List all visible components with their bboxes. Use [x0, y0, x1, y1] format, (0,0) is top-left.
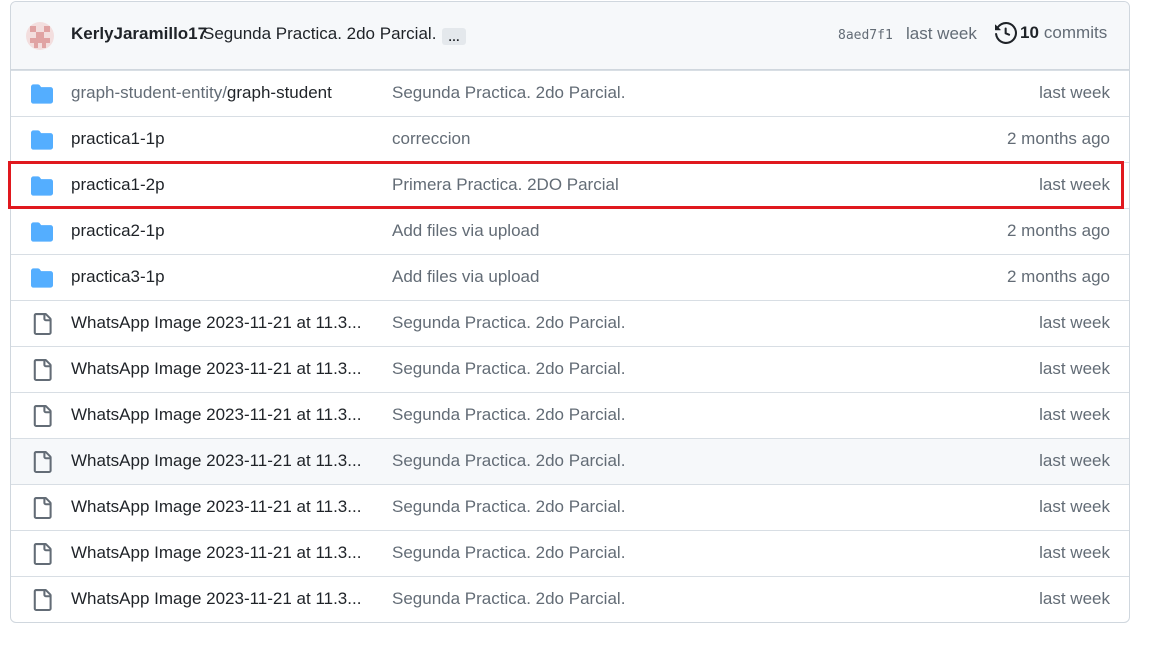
file-name-link[interactable]: practica3-1p	[71, 267, 371, 287]
file-icon	[33, 359, 52, 381]
file-row[interactable]: practica2-1p Add files via upload 2 months…	[11, 208, 1129, 254]
file-commit-age: last week	[1039, 589, 1110, 608]
file-name-text: practica3-1p	[71, 267, 165, 286]
file-commit-age: last week	[1039, 359, 1110, 378]
file-commit-age: 2 months ago	[1006, 267, 1110, 286]
file-commit-age: 2 months ago	[1006, 221, 1110, 240]
file-name-text: WhatsApp Image 2023-11-21 at 11.3...	[71, 405, 362, 424]
file-row[interactable]: WhatsApp Image 2023-11-21 at 11.3... Segu…	[11, 438, 1129, 484]
commit-message-link[interactable]: Segunda Practica. 2do Parcial.	[203, 24, 436, 44]
latest-commit-bar: KerlyJaramillo17 Segunda Practica. 2do P…	[11, 2, 1129, 70]
file-icon	[33, 497, 52, 519]
file-name-link[interactable]: WhatsApp Image 2023-11-21 at 11.3...	[71, 405, 371, 425]
file-commit-age: last week	[1039, 543, 1110, 562]
commits-count: 10	[1020, 23, 1039, 42]
file-browser: KerlyJaramillo17 Segunda Practica. 2do P…	[10, 1, 1130, 623]
file-row[interactable]: practica1-1p correccion 2 months ago	[11, 116, 1129, 162]
file-icon	[33, 589, 52, 611]
file-row[interactable]: WhatsApp Image 2023-11-21 at 11.3... Segu…	[11, 300, 1129, 346]
file-commit-message-link[interactable]: Segunda Practica. 2do Parcial.	[392, 83, 625, 103]
file-name-link[interactable]: WhatsApp Image 2023-11-21 at 11.3...	[71, 543, 371, 563]
file-name-link[interactable]: WhatsApp Image 2023-11-21 at 11.3...	[71, 313, 371, 333]
history-icon	[995, 22, 1017, 44]
file-icon	[33, 543, 52, 565]
file-commit-message-link[interactable]: Segunda Practica. 2do Parcial.	[392, 405, 625, 425]
file-commit-message-link[interactable]: Add files via upload	[392, 221, 539, 241]
file-name-text: WhatsApp Image 2023-11-21 at 11.3...	[71, 497, 362, 516]
file-commit-message-link[interactable]: Primera Practica. 2DO Parcial	[392, 175, 619, 195]
file-name-link[interactable]: graph-student-entity/graph-student	[71, 83, 371, 103]
commits-label: commits	[1043, 23, 1108, 42]
file-row[interactable]: WhatsApp Image 2023-11-21 at 11.3... Segu…	[11, 392, 1129, 438]
file-commit-age: last week	[1039, 405, 1110, 424]
file-row[interactable]: practica3-1p Add files via upload 2 months…	[11, 254, 1129, 300]
file-commit-message-link[interactable]: Segunda Practica. 2do Parcial.	[392, 313, 625, 333]
avatar[interactable]	[26, 22, 54, 50]
folder-icon	[31, 130, 53, 150]
commit-age: last week	[906, 24, 977, 43]
file-name-text: WhatsApp Image 2023-11-21 at 11.3...	[71, 451, 362, 470]
file-row[interactable]: WhatsApp Image 2023-11-21 at 11.3... Segu…	[11, 576, 1129, 622]
file-name-text: practica1-2p	[71, 175, 165, 194]
file-name-text: practica1-1p	[71, 129, 165, 148]
file-commit-message-link[interactable]: Segunda Practica. 2do Parcial.	[392, 589, 625, 609]
file-name-link[interactable]: WhatsApp Image 2023-11-21 at 11.3...	[71, 451, 371, 471]
file-commit-age: last week	[1039, 175, 1110, 194]
file-path-prefix: graph-student-entity/	[71, 83, 227, 102]
file-name-link[interactable]: practica1-1p	[71, 129, 371, 149]
file-icon	[33, 405, 52, 427]
file-icon	[33, 451, 52, 473]
folder-icon	[31, 222, 53, 242]
file-name-link[interactable]: practica2-1p	[71, 221, 371, 241]
file-commit-message-link[interactable]: Add files via upload	[392, 267, 539, 287]
file-name-link[interactable]: practica1-2p	[71, 175, 371, 195]
folder-icon	[31, 176, 53, 196]
file-commit-message-link[interactable]: Segunda Practica. 2do Parcial.	[392, 543, 625, 563]
file-row[interactable]: graph-student-entity/graph-student Segund…	[11, 70, 1129, 116]
file-row[interactable]: WhatsApp Image 2023-11-21 at 11.3... Segu…	[11, 346, 1129, 392]
file-row[interactable]: WhatsApp Image 2023-11-21 at 11.3... Segu…	[11, 484, 1129, 530]
file-commit-age: last week	[1039, 83, 1110, 102]
file-commit-message-link[interactable]: Segunda Practica. 2do Parcial.	[392, 451, 625, 471]
file-icon	[33, 313, 52, 335]
file-commit-message-link[interactable]: Segunda Practica. 2do Parcial.	[392, 497, 625, 517]
commit-author-link[interactable]: KerlyJaramillo17	[71, 24, 207, 44]
file-name-link[interactable]: WhatsApp Image 2023-11-21 at 11.3...	[71, 589, 371, 609]
file-commit-age: last week	[1039, 313, 1110, 332]
file-name-link[interactable]: WhatsApp Image 2023-11-21 at 11.3...	[71, 497, 371, 517]
file-name-text: graph-student	[226, 83, 332, 102]
file-row[interactable]: practica1-2p Primera Practica. 2DO Parcia…	[11, 162, 1129, 208]
file-commit-age: 2 months ago	[1006, 129, 1110, 148]
file-commit-message-link[interactable]: Segunda Practica. 2do Parcial.	[392, 359, 625, 379]
file-commit-age: last week	[1039, 451, 1110, 470]
commits-history-link[interactable]: 10 commits	[995, 22, 1107, 44]
commit-sha-link[interactable]: 8aed7f1	[838, 28, 893, 43]
file-commit-message-link[interactable]: correccion	[392, 129, 470, 149]
file-name-text: WhatsApp Image 2023-11-21 at 11.3...	[71, 313, 362, 332]
file-commit-age: last week	[1039, 497, 1110, 516]
file-name-text: practica2-1p	[71, 221, 165, 240]
file-row[interactable]: WhatsApp Image 2023-11-21 at 11.3... Segu…	[11, 530, 1129, 576]
file-name-text: WhatsApp Image 2023-11-21 at 11.3...	[71, 589, 362, 608]
file-name-text: WhatsApp Image 2023-11-21 at 11.3...	[71, 543, 362, 562]
file-name-text: WhatsApp Image 2023-11-21 at 11.3...	[71, 359, 362, 378]
folder-icon	[31, 84, 53, 104]
folder-icon	[31, 268, 53, 288]
file-name-link[interactable]: WhatsApp Image 2023-11-21 at 11.3...	[71, 359, 371, 379]
expand-commit-button[interactable]: …	[442, 28, 466, 45]
